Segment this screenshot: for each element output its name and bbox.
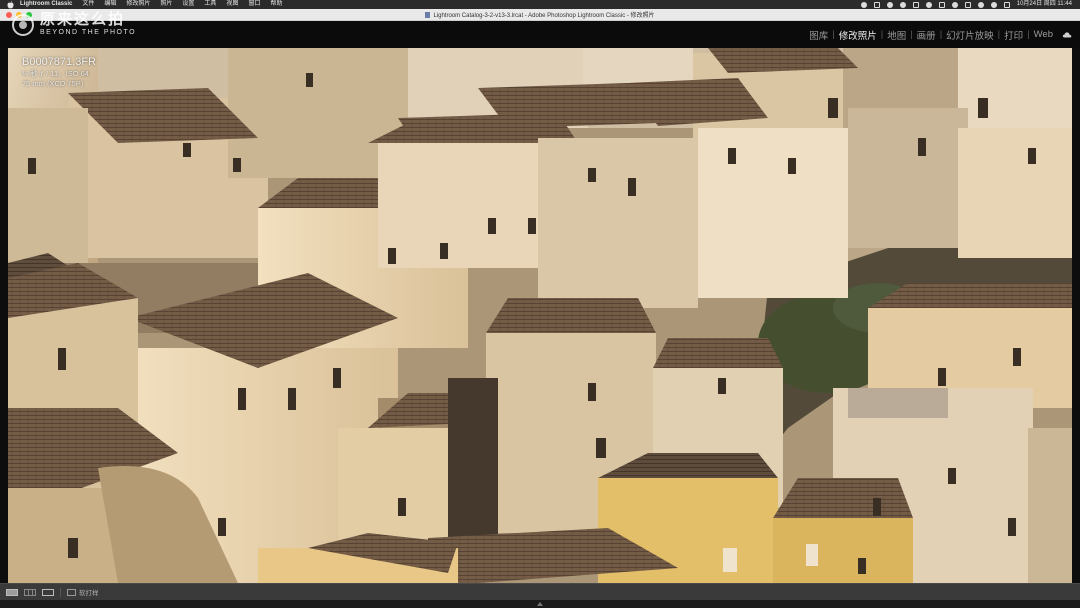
status-icon[interactable] (912, 1, 919, 8)
watermark-logo-icon (12, 13, 34, 36)
menu-photo[interactable]: 照片 (160, 0, 172, 9)
soft-proof-label: 软打样 (79, 590, 99, 597)
window-title: Lightroom Catalog-3-2-v13-3.lrcat - Adob… (433, 13, 655, 19)
menu-window[interactable]: 窗口 (248, 0, 260, 9)
apple-menu-icon[interactable] (6, 0, 14, 8)
photo-lens: 75 mm (XCD 75P) (22, 79, 84, 88)
window-title-bar: Lightroom Catalog-3-2-v13-3.lrcat - Adob… (0, 9, 1080, 21)
soft-proof-checkbox[interactable] (67, 588, 76, 596)
module-library[interactable]: 图库 (805, 28, 832, 42)
control-center-icon[interactable] (1003, 1, 1010, 8)
toolbar-divider (60, 587, 61, 597)
watermark-subtitle: BEYOND THE PHOTO (40, 29, 137, 36)
module-print[interactable]: 打印 (1000, 28, 1027, 42)
status-icon[interactable] (925, 1, 932, 8)
menu-edit[interactable]: 编辑 (104, 0, 116, 9)
reference-view-button[interactable] (42, 588, 54, 596)
cloud-sync-icon[interactable] (1062, 31, 1072, 38)
status-icon[interactable] (860, 1, 867, 8)
menu-help[interactable]: 帮助 (270, 0, 282, 9)
status-icon[interactable] (873, 1, 880, 8)
app-menu[interactable]: Lightroom Classic (20, 0, 72, 9)
status-icon[interactable] (899, 1, 906, 8)
module-develop[interactable]: 修改照片 (835, 28, 881, 42)
status-icon[interactable] (938, 1, 945, 8)
module-picker-bar: 图库 | 修改照片 | 地图 | 画册 | 幻灯片放映 | 打印 | Web (0, 21, 1080, 48)
module-picker: 图库 | 修改照片 | 地图 | 画册 | 幻灯片放映 | 打印 | Web (805, 28, 1072, 42)
menu-view[interactable]: 视图 (226, 0, 238, 9)
photo-view[interactable]: B0007871.3FR ⅛ 秒 ƒ / 11，ISO 64 75 mm (XC… (0, 48, 1080, 583)
macos-menu-bar: Lightroom Classic 文件 编辑 修改照片 照片 设置 工具 视图… (0, 0, 1080, 9)
filmstrip-collapsed (0, 600, 1080, 608)
status-icon[interactable] (886, 1, 893, 8)
menu-settings[interactable]: 设置 (182, 0, 194, 9)
battery-icon[interactable] (964, 1, 971, 8)
develop-toolbar: 软打样 (0, 583, 1080, 600)
wifi-icon[interactable] (977, 1, 984, 8)
module-slideshow[interactable]: 幻灯片放映 (942, 28, 998, 42)
module-map[interactable]: 地图 (883, 28, 910, 42)
status-icon[interactable] (951, 1, 958, 8)
before-after-view-button[interactable] (24, 588, 36, 596)
search-icon[interactable] (990, 1, 997, 8)
menu-file[interactable]: 文件 (82, 0, 94, 9)
menu-develop[interactable]: 修改照片 (126, 0, 150, 9)
loupe-view-button[interactable] (6, 588, 18, 596)
module-web[interactable]: Web (1030, 29, 1057, 40)
photo-exposure: ⅛ 秒 ƒ / 11，ISO 64 (22, 69, 89, 78)
module-book[interactable]: 画册 (913, 28, 940, 42)
photo-filename: B0007871.3FR (22, 56, 96, 68)
watermark-title: 原来这么拍 (40, 11, 126, 28)
filmstrip-expand-arrow-icon[interactable] (537, 602, 543, 606)
photo-info-overlay: B0007871.3FR ⅛ 秒 ƒ / 11，ISO 64 75 mm (XC… (22, 56, 96, 89)
photo-canvas[interactable] (8, 48, 1072, 583)
menubar-clock[interactable]: 10月24日 周四 11:44 (1017, 0, 1072, 9)
document-icon (425, 11, 431, 18)
watermark: 原来这么拍 BEYOND THE PHOTO (12, 12, 136, 37)
menu-tools[interactable]: 工具 (204, 0, 216, 9)
